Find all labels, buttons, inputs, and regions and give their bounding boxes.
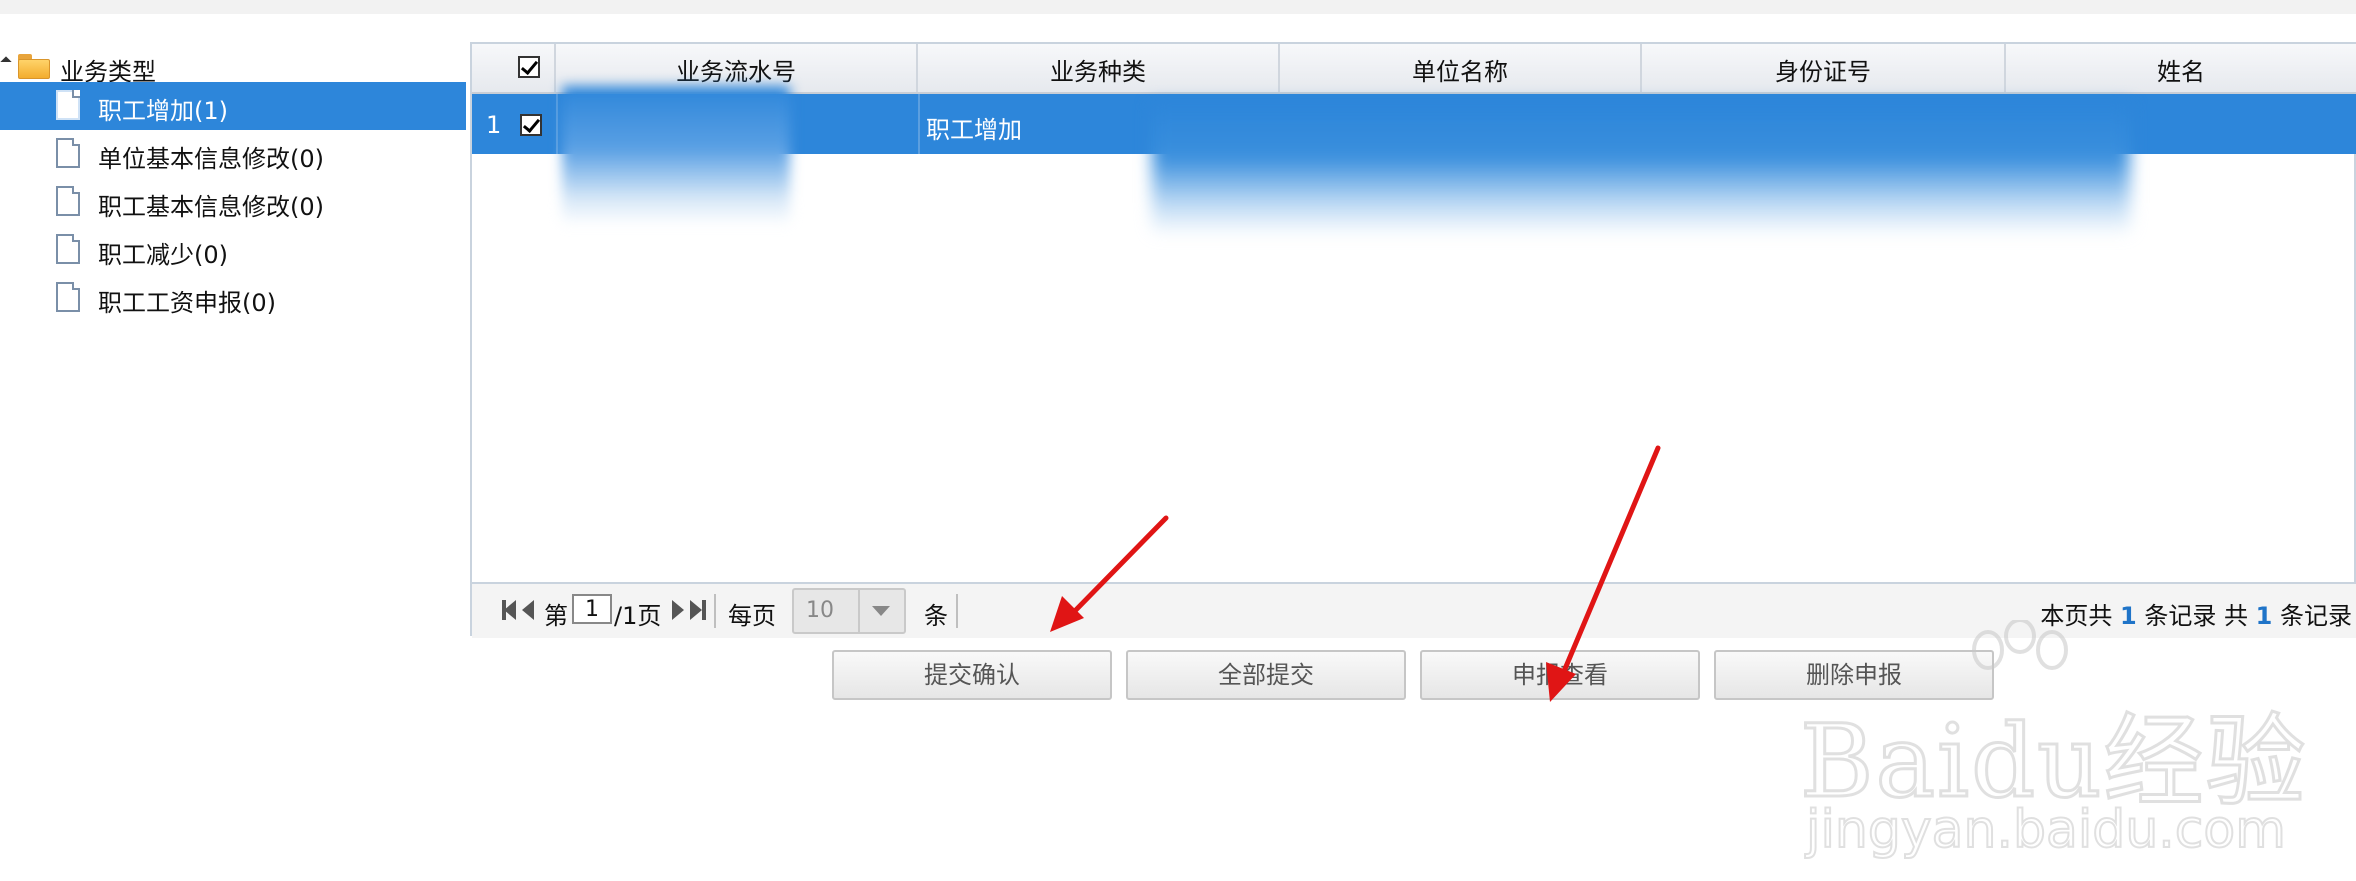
chevron-down-icon[interactable] bbox=[858, 590, 904, 632]
submit-confirm-button[interactable]: 提交确认 bbox=[832, 650, 1112, 700]
redacted-serial bbox=[562, 86, 790, 226]
row-number: 1 bbox=[486, 111, 502, 139]
per-page-unit: 条 bbox=[924, 602, 948, 630]
tree-item-label: 职工减少(0) bbox=[98, 241, 228, 269]
submit-all-button[interactable]: 全部提交 bbox=[1126, 650, 1406, 700]
first-page-icon[interactable] bbox=[502, 600, 516, 620]
column-header-id-number[interactable]: 身份证号 bbox=[1642, 44, 2006, 92]
header-checkbox-cell bbox=[472, 44, 556, 92]
column-header-unit[interactable]: 单位名称 bbox=[1280, 44, 1642, 92]
tree-item-label: 职工工资申报(0) bbox=[98, 289, 276, 317]
page-suffix: /1页 bbox=[614, 602, 662, 630]
column-header-serial[interactable]: 业务流水号 bbox=[556, 44, 918, 92]
next-page-icon[interactable] bbox=[672, 600, 684, 620]
baidu-jingyan-watermark: Baidu经验 jingyan.baidu.com bbox=[1799, 620, 2340, 861]
tree-item-unit-info-edit[interactable]: 单位基本信息修改(0) bbox=[0, 130, 466, 178]
document-icon bbox=[56, 90, 80, 120]
per-page-label: 每页 bbox=[728, 602, 776, 630]
per-page-value: 10 bbox=[806, 598, 834, 623]
page-prefix: 第 bbox=[544, 602, 568, 630]
column-header-kind[interactable]: 业务种类 bbox=[918, 44, 1280, 92]
document-icon bbox=[56, 282, 80, 312]
watermark-url: jingyan.baidu.com bbox=[1805, 799, 2287, 861]
tree-item-employee-reduce[interactable]: 职工减少(0) bbox=[0, 226, 466, 274]
prev-page-icon[interactable] bbox=[522, 600, 534, 620]
pager-divider bbox=[956, 594, 958, 628]
tree-item-label: 职工增加(1) bbox=[98, 97, 228, 125]
top-bar bbox=[0, 0, 2356, 14]
column-divider bbox=[556, 94, 558, 154]
document-icon bbox=[56, 186, 80, 216]
tree-item-label: 职工基本信息修改(0) bbox=[98, 193, 324, 221]
tree-item-employee-info-edit[interactable]: 职工基本信息修改(0) bbox=[0, 178, 466, 226]
declaration-grid: 业务流水号 业务种类 单位名称 身份证号 姓名 1 职工增加 第 1 /1页 每… bbox=[470, 42, 2356, 638]
document-icon bbox=[56, 138, 80, 168]
page-number-input[interactable]: 1 bbox=[572, 594, 612, 624]
row-kind-cell: 职工增加 bbox=[926, 116, 1022, 144]
column-header-name[interactable]: 姓名 bbox=[2006, 44, 2356, 92]
last-page-icon[interactable] bbox=[690, 600, 706, 620]
pager-divider bbox=[714, 594, 716, 628]
select-all-checkbox[interactable] bbox=[518, 56, 540, 78]
folder-icon bbox=[18, 54, 50, 79]
view-declaration-button[interactable]: 申报查看 bbox=[1420, 650, 1700, 700]
column-divider bbox=[918, 94, 920, 154]
tree-item-wage-declaration[interactable]: 职工工资申报(0) bbox=[0, 274, 466, 322]
row-checkbox[interactable] bbox=[520, 114, 542, 136]
tree-item-employee-add[interactable]: 职工增加(1) bbox=[0, 82, 466, 130]
collapse-icon[interactable] bbox=[0, 56, 12, 68]
document-icon bbox=[56, 234, 80, 264]
tree-item-label: 单位基本信息修改(0) bbox=[98, 145, 324, 173]
per-page-select[interactable]: 10 bbox=[792, 588, 906, 634]
redacted-personal-info bbox=[1152, 104, 2130, 236]
